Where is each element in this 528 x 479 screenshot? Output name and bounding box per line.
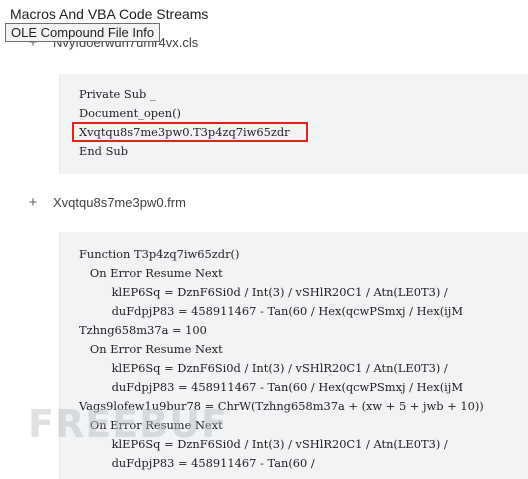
code-line: duFdpjP83 = 458911467 - Tan(60 / bbox=[79, 456, 315, 470]
ole-info-tooltip: OLE Compound File Info bbox=[5, 23, 161, 42]
code-line: On Error Resume Next bbox=[79, 266, 223, 280]
code-line: Vags9lofew1u9bur78 = ChrW(Tzhng658m37a +… bbox=[79, 399, 484, 413]
code-line: On Error Resume Next bbox=[79, 342, 223, 356]
code-line: klEP6Sq = DznF6Si0d / Int(3) / vSHlR20C1… bbox=[79, 437, 448, 451]
code-block-frm: Function T3p4zq7iw65zdr() On Error Resum… bbox=[59, 232, 528, 479]
code-line: klEP6Sq = DznF6Si0d / Int(3) / vSHlR20C1… bbox=[79, 361, 448, 375]
code-line: klEP6Sq = DznF6Si0d / Int(3) / vSHlR20C1… bbox=[79, 285, 448, 299]
expand-plus-icon[interactable]: + bbox=[26, 194, 40, 212]
code-line: Tzhng658m37a = 100 bbox=[79, 323, 207, 337]
code-line: On Error Resume Next bbox=[79, 418, 223, 432]
vba-streams-page: Macros And VBA Code Streams OLE Compound… bbox=[0, 0, 528, 479]
code-line: End Sub bbox=[79, 144, 128, 158]
code-line: Document_open() bbox=[79, 106, 181, 120]
highlight-annotation-box bbox=[72, 122, 308, 142]
code-line: Private Sub _ bbox=[79, 87, 156, 101]
code-line: Function T3p4zq7iw65zdr() bbox=[79, 247, 240, 261]
section-title: Macros And VBA Code Streams bbox=[10, 6, 209, 22]
stream-file-name[interactable]: Xvqtqu8s7me3pw0.frm bbox=[53, 194, 186, 212]
code-line: duFdpjP83 = 458911467 - Tan(60 / Hex(qcw… bbox=[79, 380, 463, 394]
code-line: duFdpjP83 = 458911467 - Tan(60 / Hex(qcw… bbox=[79, 304, 463, 318]
